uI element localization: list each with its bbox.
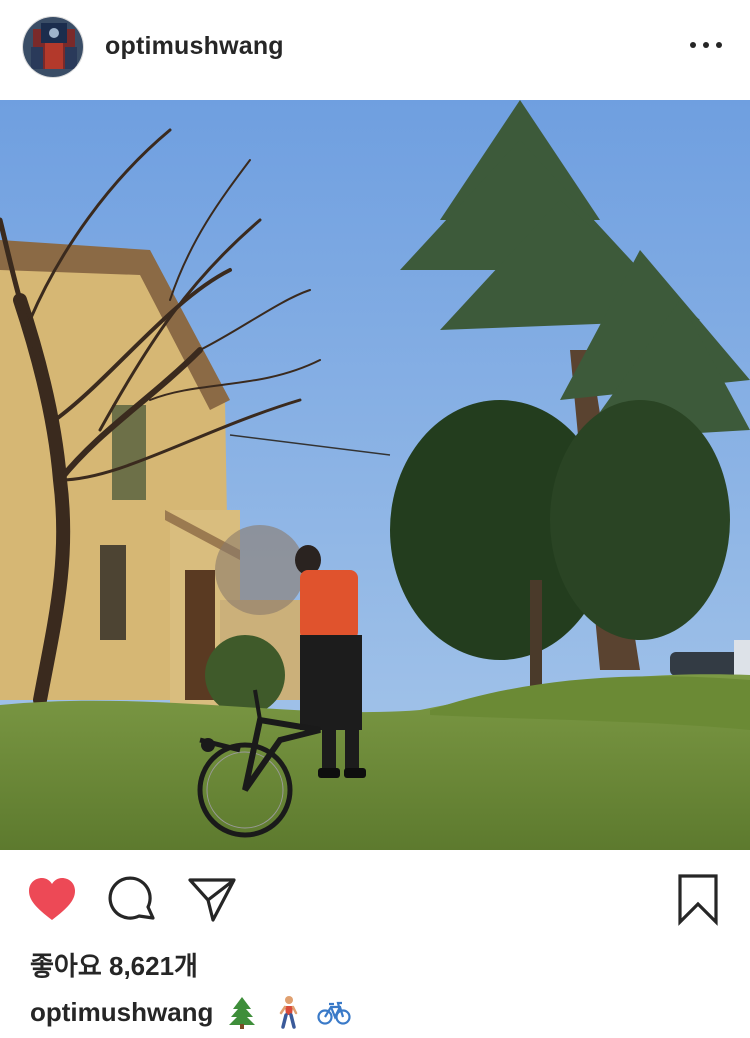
post-username[interactable]: optimushwang [105, 32, 284, 61]
avatar[interactable] [22, 16, 84, 78]
post-photo[interactable] [0, 100, 750, 850]
person-walking-icon [271, 995, 305, 1029]
post-header: optimushwang [0, 0, 750, 100]
avatar-image [23, 17, 83, 77]
caption: optimushwang [30, 995, 352, 1029]
more-options-icon[interactable] [690, 34, 722, 56]
likes-count[interactable]: 좋아요 8,621개 [30, 946, 198, 983]
caption-username[interactable]: optimushwang [30, 997, 213, 1028]
send-icon[interactable] [186, 874, 238, 926]
heart-icon[interactable] [26, 874, 78, 926]
bookmark-icon[interactable] [672, 874, 724, 926]
bicycle-icon [317, 995, 352, 1029]
comment-icon[interactable] [106, 874, 158, 926]
tree-icon [225, 995, 259, 1029]
post-actions [0, 850, 750, 946]
